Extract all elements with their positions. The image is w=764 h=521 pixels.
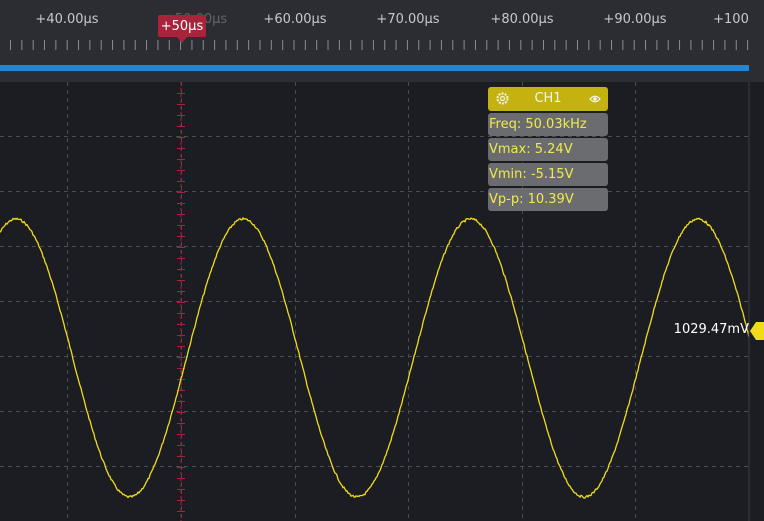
time-tick-label: +90.00µs [603, 12, 667, 27]
waveform-display[interactable] [0, 82, 764, 521]
time-tick-label: +100 [713, 12, 749, 27]
time-tick-label: +60.00µs [263, 12, 327, 27]
waveform-grid [0, 82, 750, 521]
measurement-panel[interactable]: CH1 Freq: 50.03kHz Vmax: 5.24V Vmin: -5.… [488, 87, 608, 211]
measurement-value: 5.24V [534, 142, 573, 157]
eye-icon[interactable] [589, 94, 601, 104]
overview-window[interactable] [0, 65, 749, 71]
measurement-vpp: Vp-p: 10.39V [488, 188, 608, 211]
measurement-label: Vp-p: [489, 192, 524, 207]
oscilloscope-view: +40.00µs +60.00µs +70.00µs +80.00µs +90.… [0, 0, 764, 521]
time-ruler[interactable]: +40.00µs +60.00µs +70.00µs +80.00µs +90.… [0, 0, 764, 62]
trigger-level-readout: 1029.47mV [673, 322, 749, 337]
measurement-value: 10.39V [527, 192, 574, 207]
measurement-label: Vmin: [489, 167, 527, 182]
trigger-level-marker[interactable] [750, 321, 764, 341]
measurement-label: Vmax: [489, 142, 531, 157]
measurement-panel-header[interactable]: CH1 [488, 87, 608, 111]
time-tick-label: +40.00µs [35, 12, 99, 27]
measurement-vmin: Vmin: -5.15V [488, 163, 608, 186]
measurement-label: Freq: [489, 117, 522, 132]
measurement-freq: Freq: 50.03kHz [488, 113, 608, 136]
measurement-vmax: Vmax: 5.24V [488, 138, 608, 161]
time-tick-label: +80.00µs [490, 12, 554, 27]
time-cursor-handle[interactable]: +50µs [158, 15, 206, 43]
measurement-value: 50.03kHz [525, 117, 587, 132]
ch1-waveform-trace [0, 216, 750, 499]
time-tick-label: +70.00µs [376, 12, 440, 27]
measurement-value: -5.15V [530, 167, 574, 182]
ruler-ticks [10, 40, 749, 50]
